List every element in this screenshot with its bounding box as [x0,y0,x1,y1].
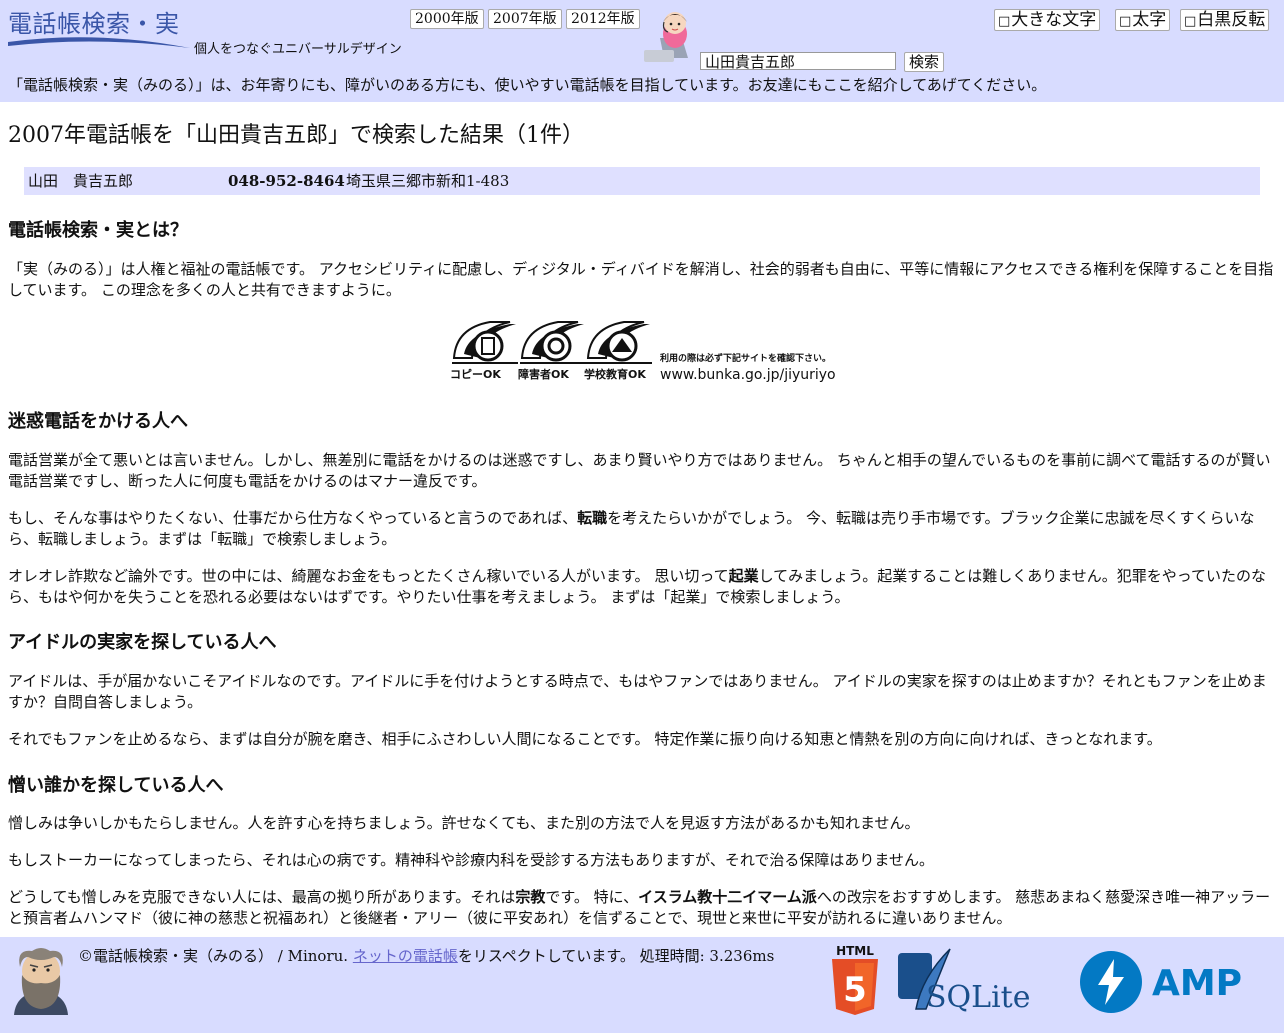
hate-paragraph-2: もしストーカーになってしまったら、それは心の病です。精神科や診療内科を受診する方… [8,851,934,869]
bold-label: 太字 [1132,10,1167,30]
large-text-label: 大きな文字 [1011,10,1097,30]
footer-band: ©電話帳検索・実（みのる） / Minoru. ネットの電話帳をリスペクトしてい… [0,937,1284,1033]
about-text: 「実（みのる）」は人権と福祉の電話帳です。 アクセシビリティに配慮し、ディジタル… [8,260,1274,299]
spam-paragraph-3: オレオレ詐欺など論外です。世の中には、綺麗なお金をもっとたくさん稼いでいる人がい… [8,567,1267,606]
amp-badge-icon[interactable]: AMP [1080,949,1250,1015]
keyword-job-change: 転職 [577,509,608,527]
bold-toggle[interactable]: □太字 [1115,9,1171,31]
invert-label: 白黒反転 [1197,10,1266,30]
license-url: www.bunka.go.jp/jiyuriyo [660,367,836,383]
result-address: 埼玉県三郷市新和1-483 [346,172,510,190]
html5-badge-icon[interactable]: HTML 5 [828,943,882,1019]
svg-text:障害者OK: 障害者OK [518,367,569,381]
svg-text:学校教育OK: 学校教育OK [584,367,646,381]
spam-paragraph-2: もし、そんな事はやりたくない、仕事だから仕方なくやっていると言うのであれば、転職… [8,509,1255,548]
tagline: 個人をつなぐユニバーサルデザイン [194,42,402,57]
phonebook-link[interactable]: ネットの電話帳 [353,947,458,965]
hate-paragraph-1: 憎しみは争いしかもたらしません。人を許す心を持ちましょう。許せなくても、また別の… [8,814,920,832]
svg-text:HTML: HTML [836,944,874,958]
keyword-religion: 宗教 [515,888,546,906]
accessibility-ok-icon: 障害者OK [518,321,586,381]
header-band: 電話帳検索・実 個人をつなぐユニバーサルデザイン 2000年版 2007年版 2… [0,0,1284,102]
result-phone[interactable]: 048-952-8464 [228,167,345,195]
large-text-toggle[interactable]: □大きな文字 [994,9,1101,31]
license-banner[interactable]: コピーOK 障害者OK 学校教育OK 利用の際は必ず下記サイトを確認下さい。 w… [450,318,842,384]
search-input[interactable] [700,52,896,70]
svg-text:AMP: AMP [1152,963,1242,1004]
hate-heading: 憎い誰かを探している人へ [8,775,224,796]
about-heading: 電話帳検索・実とは？ [8,220,188,241]
year-2012-button[interactable]: 2012年版 [566,9,640,29]
copy-ok-icon: コピーOK [450,321,518,381]
checkbox-icon[interactable]: □ [1184,14,1196,29]
school-ok-icon: 学校教育OK [584,321,652,381]
spam-heading: 迷惑電話をかける人へ [8,411,188,432]
idol-heading: アイドルの実家を探している人へ [8,632,277,653]
svg-text:コピーOK: コピーOK [450,368,501,381]
checkbox-icon[interactable]: □ [998,14,1010,29]
result-name: 山田 貴吉五郎 [28,172,134,190]
svg-text:SQLite: SQLite [926,980,1030,1013]
search-button[interactable]: 検索 [904,52,945,72]
bearded-man-icon [14,948,68,1015]
license-note: 利用の際は必ず下記サイトを確認下さい。 [659,352,831,364]
idol-paragraph-1: アイドルは、手が届かないこそアイドルなのです。アイドルに手を付けようとする時点で… [8,672,1267,711]
spam-paragraph-1: 電話営業が全て悪いとは言いません。しかし、無差別に電話をかけるのは迷惑ですし、あ… [8,451,1271,490]
copyright-text: ©電話帳検索・実（みのる） / Minoru. ネットの電話帳をリスペクトしてい… [78,947,775,965]
result-row: 山田 貴吉五郎 048-952-8464 埼玉県三郷市新和1-483 [24,167,1260,195]
sqlite-badge-icon[interactable]: SQLite [896,947,1046,1013]
keyword-startup: 起業 [728,567,759,585]
year-2000-button[interactable]: 2000年版 [410,9,484,29]
checkbox-icon[interactable]: □ [1119,14,1131,29]
logo-swoosh-icon [8,37,190,48]
invert-toggle[interactable]: □白黒反転 [1180,9,1270,31]
hate-paragraph-3: どうしても憎しみを克服できない人には、最高の拠り所があります。それは宗教です。 … [8,888,1271,927]
result-heading: 2007年電話帳を「山田貴吉五郎」で検索した結果（1件） [8,123,584,148]
idol-paragraph-2: それでもファンを止めるなら、まずは自分が腕を磨き、相手にふさわしい人間になること… [8,730,1162,748]
svg-text:5: 5 [843,970,867,1010]
keyword-twelver: イスラム教十二イマーム派 [638,888,817,906]
intro-text: 「電話帳検索・実（みのる）」は、お年寄りにも、障がいのある方にも、使いやすい電話… [8,76,1047,94]
year-2007-button[interactable]: 2007年版 [488,9,562,29]
operator-girl-icon [644,12,688,62]
